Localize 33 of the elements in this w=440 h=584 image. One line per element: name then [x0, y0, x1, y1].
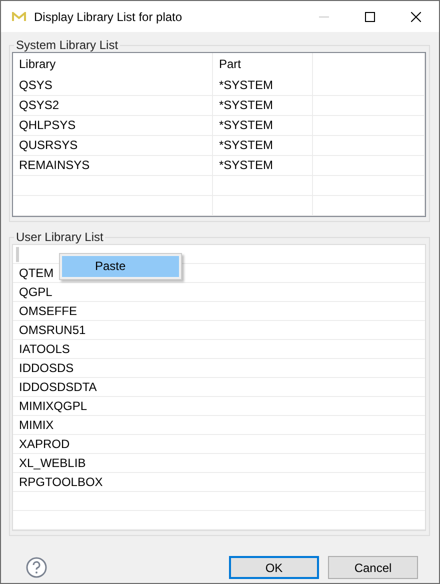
list-item[interactable]: RPGTOOLBOX — [13, 473, 425, 492]
menu-item[interactable]: Paste — [62, 256, 179, 277]
list-item[interactable]: MIMIXQGPL — [13, 397, 425, 416]
table-cell: *SYSTEM — [213, 116, 313, 136]
close-icon — [411, 12, 421, 22]
app-logo-icon — [12, 12, 26, 22]
table-cell: QHLPSYS — [13, 116, 213, 136]
table-cell: QSYS2 — [13, 96, 213, 116]
column-header[interactable]: Library — [13, 53, 213, 76]
list-item[interactable]: OMSRUN51 — [13, 321, 425, 340]
list-item[interactable]: OMSEFFE — [13, 302, 425, 321]
list-item[interactable]: XL_WEBLIB — [13, 454, 425, 473]
table-cell: QSYS — [13, 76, 213, 96]
table-cell: REMAINSYS — [13, 156, 213, 176]
table-cell: *SYSTEM — [213, 76, 313, 96]
list-item[interactable]: QGPL — [13, 283, 425, 302]
list-item[interactable]: XAPROD — [13, 435, 425, 454]
window-title: Display Library List for plato — [34, 10, 184, 24]
list-item[interactable]: IDDOSDS — [13, 359, 425, 378]
column-header[interactable]: Part — [213, 53, 313, 76]
table-cell: *SYSTEM — [213, 136, 313, 156]
help-icon[interactable] — [26, 557, 47, 578]
list-item[interactable]: MIMIX — [13, 416, 425, 435]
group-title: System Library List — [15, 38, 120, 52]
table-cell: QUSRSYS — [13, 136, 213, 156]
table-cell: *SYSTEM — [213, 96, 313, 116]
list-item[interactable]: IATOOLS — [13, 340, 425, 359]
group-title: User Library List — [15, 230, 104, 244]
table-cell: *SYSTEM — [213, 156, 313, 176]
ok-button[interactable]: OK — [229, 556, 319, 579]
list-item[interactable]: IDDOSDSDTA — [13, 378, 425, 397]
cancel-button[interactable]: Cancel — [328, 556, 418, 579]
maximize-icon — [365, 12, 375, 22]
